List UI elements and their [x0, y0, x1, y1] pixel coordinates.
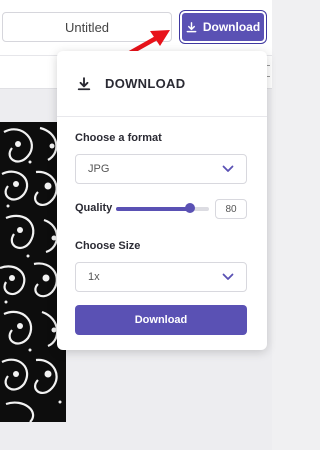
- download-button[interactable]: Download: [180, 11, 266, 43]
- format-select-value: JPG: [88, 163, 110, 175]
- panel-download-button[interactable]: Download: [75, 305, 247, 335]
- document-title-field[interactable]: Untitled: [2, 12, 172, 42]
- size-select[interactable]: 1x: [75, 262, 247, 292]
- download-button-label: Download: [202, 20, 261, 34]
- quality-slider-thumb[interactable]: [185, 203, 195, 213]
- download-panel-header: DOWNLOAD: [57, 51, 267, 117]
- download-icon: [77, 76, 91, 90]
- size-label: Choose Size: [75, 240, 141, 252]
- quality-value-input[interactable]: 80: [215, 199, 247, 219]
- download-panel: DOWNLOAD Choose a format JPG Quality 80 …: [57, 51, 267, 350]
- quality-label: Quality: [75, 202, 113, 214]
- chevron-down-icon: [222, 165, 234, 172]
- quality-slider-fill: [116, 207, 190, 211]
- quality-slider[interactable]: [116, 203, 209, 213]
- format-select[interactable]: JPG: [75, 154, 247, 184]
- top-toolbar: Untitled Download: [0, 0, 272, 55]
- size-select-value: 1x: [88, 271, 100, 283]
- chevron-down-icon: [222, 273, 234, 280]
- download-icon: [186, 21, 197, 32]
- panel-title: DOWNLOAD: [105, 76, 186, 91]
- format-label: Choose a format: [75, 132, 162, 144]
